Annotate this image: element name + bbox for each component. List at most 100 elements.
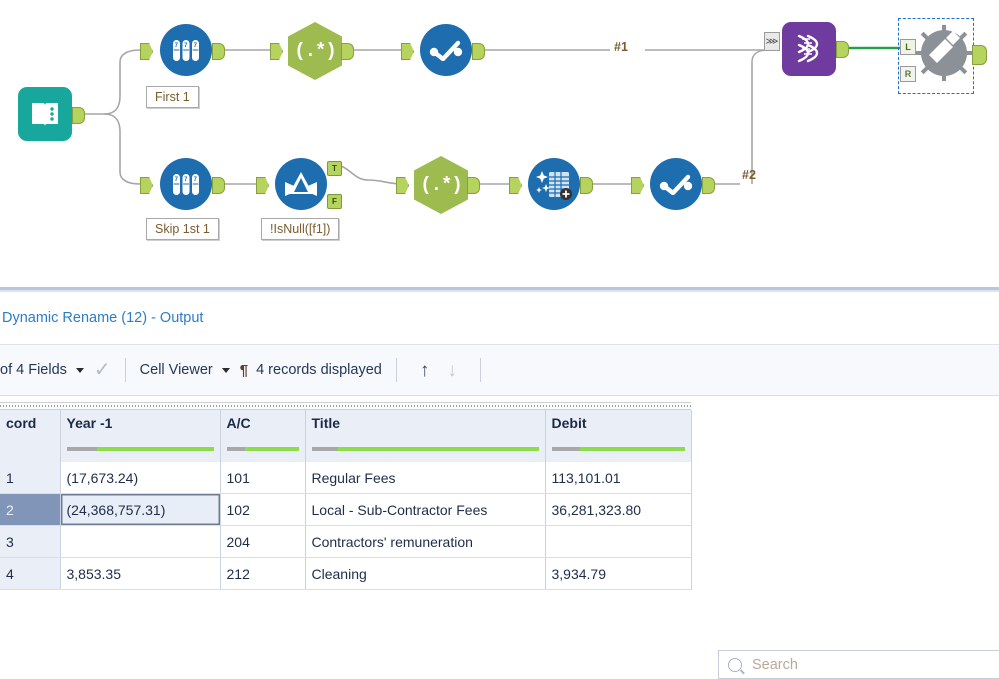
output-connector[interactable] [212,43,225,60]
output-connector[interactable] [836,41,849,58]
output-connector[interactable] [72,107,85,124]
cell-debit[interactable]: 113,101.01 [545,462,692,494]
rename-left-label: L [905,42,911,52]
output-connector[interactable] [212,177,225,194]
cell-ac[interactable]: 212 [220,557,306,590]
chevron-down-icon[interactable] [75,367,84,373]
chevron-down-icon[interactable] [221,367,230,373]
row-number[interactable]: 4 [0,557,61,590]
table-header-row: cord Year -1 A/C Title Debit [0,410,692,436]
row-number[interactable]: 1 [0,462,61,494]
rename-right-port[interactable]: R [900,66,916,82]
tool-select-2[interactable] [631,158,715,210]
cell-ac[interactable]: 102 [220,493,306,526]
grid-scroll-strip[interactable] [0,402,691,410]
results-toolbar: of 4 Fields ✓ Cell Viewer ¶ 4 records di… [0,345,999,396]
quality-bar-debit [545,436,692,462]
results-pane: Dynamic Rename (12) - Output of 4 Fields… [0,292,999,679]
cell-year[interactable]: 3,853.35 [60,557,221,590]
cell-title[interactable]: Regular Fees [305,462,546,494]
table-row[interactable]: 1 (17,673.24) 101 Regular Fees 113,101.0… [0,462,692,494]
tool-sample-first[interactable]: 777 [140,24,225,76]
results-title-bar: Dynamic Rename (12) - Output [0,292,999,345]
select-check-icon [650,158,702,210]
column-header-title[interactable]: Title [305,410,546,436]
test-tubes-icon: 777 [160,24,212,76]
scroll-down-button[interactable]: ↓ [447,361,457,380]
regex-glyph: (.*) [294,40,337,62]
fields-label: of 4 Fields [0,362,67,378]
row-number[interactable]: 3 [0,525,61,558]
regex-glyph: (.*) [420,174,463,196]
rename-right-label: R [904,69,912,79]
tool-filter[interactable]: T F [256,158,342,210]
output-connector[interactable] [472,43,485,60]
cell-debit[interactable]: 36,281,323.80 [545,493,692,526]
search-input[interactable] [750,655,999,674]
select-check-icon [420,24,472,76]
tool-annotation-skip: Skip 1st 1 [146,218,219,240]
cell-debit[interactable] [545,525,692,558]
results-title[interactable]: Dynamic Rename (12) - Output [0,310,203,326]
column-header-year[interactable]: Year -1 [60,410,221,436]
cell-viewer-selector[interactable]: Cell Viewer [140,362,240,378]
cell-title[interactable]: Contractors' remuneration [305,525,546,558]
gear-pencil-icon [916,25,972,86]
search-icon [728,657,742,672]
table-row[interactable]: 3 204 Contractors' remuneration [0,525,692,558]
connection-wires [80,46,903,185]
column-header-ac[interactable]: A/C [220,410,306,436]
fields-selector[interactable]: of 4 Fields [0,362,94,378]
search-box[interactable] [718,650,999,679]
multi-input-connector[interactable]: ⋙ [764,32,780,51]
quality-bar-ac [220,436,306,462]
tool-regex-1[interactable]: (.*) [270,22,354,80]
records-displayed-label: 4 records displayed [256,362,382,378]
output-connector[interactable] [341,43,354,60]
pilcrow-icon[interactable]: ¶ [240,362,248,379]
output-connector[interactable] [702,177,715,194]
filter-false-label: F [332,197,337,206]
toolbar-separator [479,358,481,382]
scroll-up-button[interactable]: ↑ [420,361,430,380]
tool-annotation-filter: !IsNull([f1]) [261,218,340,240]
tool-data-cleansing[interactable] [509,158,593,210]
table-row[interactable]: 4 3,853.35 212 Cleaning 3,934.79 [0,557,692,590]
table-row[interactable]: 2 (24,368,757.31) 102 Local - Sub-Contra… [0,493,692,526]
tool-sample-skip[interactable]: 777 [140,158,225,210]
output-connector[interactable] [467,177,480,194]
tool-select-1[interactable] [401,24,485,76]
cell-title[interactable]: Cleaning [305,557,546,590]
cell-debit[interactable]: 3,934.79 [545,557,692,590]
cell-ac[interactable]: 204 [220,525,306,558]
connection-label-1: #1 [614,40,628,54]
cell-year[interactable] [60,525,221,558]
cell-ac[interactable]: 101 [220,462,306,494]
row-number[interactable]: 2 [0,493,61,526]
cell-viewer-label: Cell Viewer [139,362,213,378]
checkmark-icon[interactable]: ✓ [94,360,111,380]
tool-input-data[interactable] [18,87,85,141]
tool-union[interactable]: ⋙ [764,22,849,76]
workflow-canvas[interactable]: 777 First 1 (.*) #1 7 7 7 Skip 1st 1 T F… [0,0,999,292]
filter-funnel-icon [275,158,327,210]
cell-year[interactable]: (17,673.24) [60,462,221,494]
output-connector[interactable] [972,45,987,65]
table-body: 1 (17,673.24) 101 Regular Fees 113,101.0… [0,462,692,590]
results-grid[interactable]: cord Year -1 A/C Title Debit 1 (17,673.2… [0,402,692,590]
regex-icon: (.*) [288,22,342,80]
tool-regex-2[interactable]: (.*) [396,156,480,214]
filter-false-port[interactable]: F [327,194,342,209]
output-connector[interactable] [580,177,593,194]
tool-annotation-first: First 1 [146,86,199,108]
column-header-record[interactable]: cord [0,410,61,436]
dna-helix-icon [782,22,836,76]
filter-true-port[interactable]: T [327,161,342,176]
book-icon [18,87,72,141]
quality-bar-record [0,436,61,462]
cell-year[interactable]: (24,368,757.31) [60,493,221,526]
cell-title[interactable]: Local - Sub-Contractor Fees [305,493,546,526]
column-header-debit[interactable]: Debit [545,410,692,436]
rename-left-port[interactable]: L [900,39,916,55]
tool-dynamic-rename[interactable]: L R [900,25,987,86]
